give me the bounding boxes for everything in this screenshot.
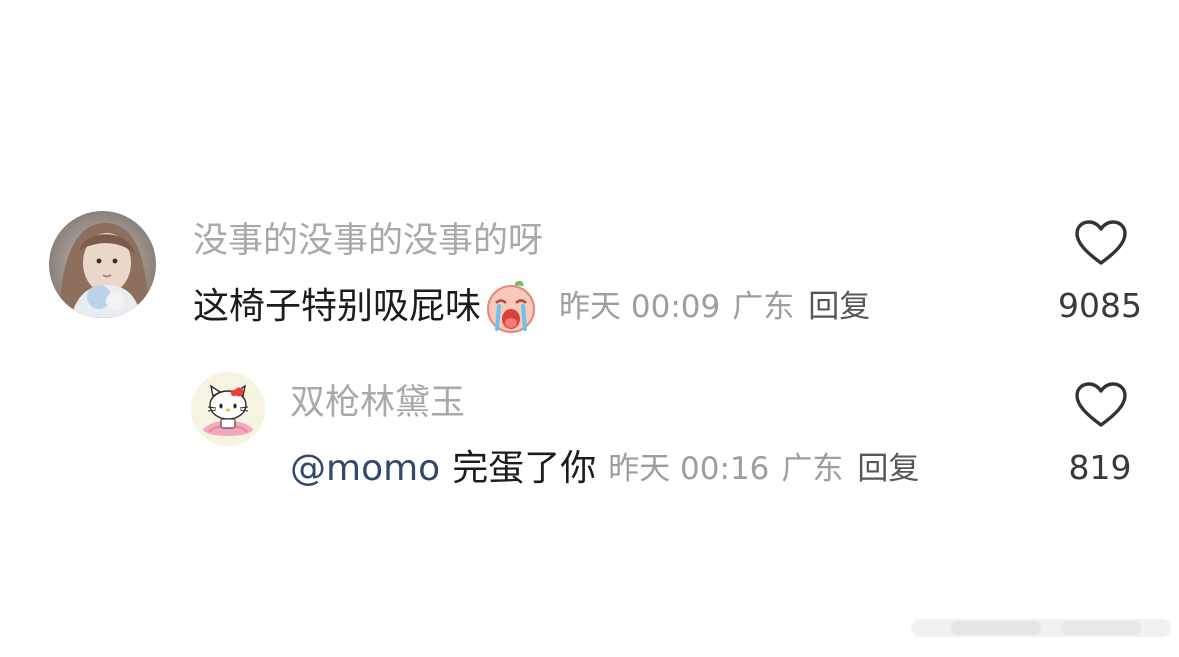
comment-reply-button[interactable]: 回复 — [808, 280, 870, 334]
replier-username[interactable]: 双枪林黛玉 — [290, 380, 465, 426]
crying-face-emoji-icon — [483, 279, 539, 335]
comment-line: 这椅子特别吸屁味 昨天 00:09 广东 回复 — [193, 280, 870, 334]
reply-like-count: 819 — [1068, 448, 1132, 487]
comment-text: 这椅子特别吸屁味 — [193, 286, 482, 327]
comment-time: 昨天 00:09 — [559, 289, 721, 325]
commenter-username[interactable]: 没事的没事的没事的呀 — [193, 218, 543, 264]
reply-time: 昨天 00:16 — [608, 451, 770, 487]
heart-outline-icon[interactable] — [1074, 219, 1128, 267]
commenter-avatar[interactable] — [49, 211, 156, 318]
reply-mention[interactable]: @momo — [290, 442, 440, 496]
girl-photo-avatar-icon — [49, 211, 156, 318]
reply-text: 完蛋了你 — [452, 448, 597, 489]
hello-kitty-avatar-icon — [191, 372, 265, 446]
comment-like-count: 9085 — [1058, 286, 1142, 325]
reply-reply-button[interactable]: 回复 — [857, 442, 919, 496]
comment-location: 广东 — [732, 289, 795, 325]
watermark — [911, 613, 1171, 643]
reply-location: 广东 — [781, 451, 844, 487]
reply-line: @momo 完蛋了你 昨天 00:16 广东 回复 — [290, 442, 919, 496]
heart-outline-icon[interactable] — [1074, 381, 1128, 429]
replier-avatar[interactable] — [191, 372, 265, 446]
